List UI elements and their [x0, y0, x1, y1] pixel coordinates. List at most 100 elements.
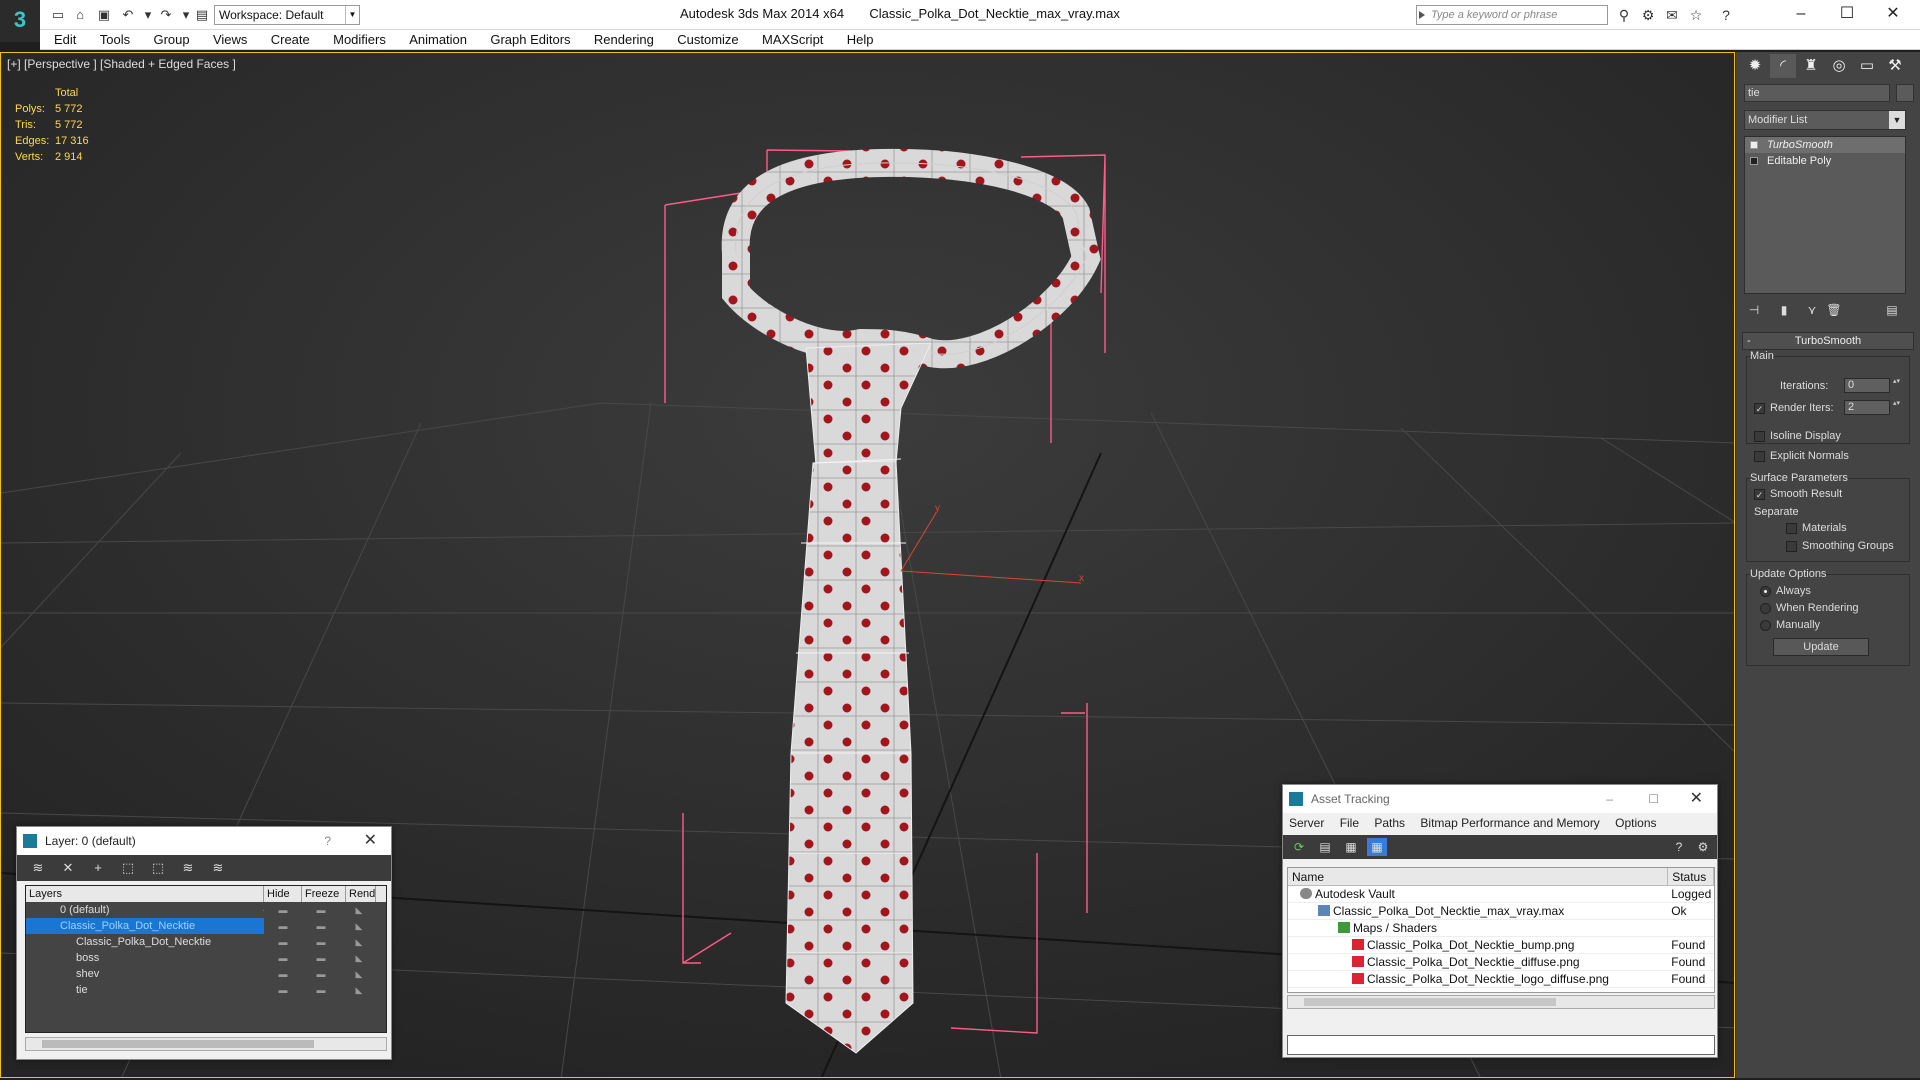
lightbulb-icon[interactable] [1750, 141, 1758, 149]
list-view-icon[interactable]: ▤ [1315, 838, 1335, 856]
display-tab-icon[interactable]: ▭ [1854, 54, 1880, 78]
create-tab-icon[interactable]: ✹ [1742, 54, 1768, 78]
layer-dialog-titlebar[interactable]: Layer: 0 (default) ? ✕ [17, 827, 391, 855]
menu-graph-editors[interactable]: Graph Editors [480, 30, 580, 49]
iterations-spinner[interactable]: 0 [1844, 378, 1901, 393]
menu-server[interactable]: Server [1283, 813, 1330, 833]
vault-help-icon[interactable]: ? [1669, 838, 1689, 856]
scrollbar-thumb[interactable] [1304, 998, 1556, 1006]
smooth-result-checkbox[interactable]: ✓ [1754, 489, 1765, 500]
object-color-swatch[interactable] [1896, 84, 1914, 102]
menu-edit[interactable]: Edit [40, 30, 86, 49]
asset-row[interactable]: Classic_Polka_Dot_Necktie_bump.png Found [1288, 937, 1714, 954]
menu-options[interactable]: Options [1609, 813, 1662, 833]
render-iters-checkbox[interactable]: ✓ [1754, 403, 1765, 414]
layers-icon[interactable]: ≋ [27, 858, 49, 878]
menu-group[interactable]: Group [143, 30, 199, 49]
stack-item-turbosmooth[interactable]: TurboSmooth [1745, 137, 1905, 153]
minimize-button[interactable]: – [1606, 785, 1613, 813]
menu-views[interactable]: Views [203, 30, 257, 49]
layer-row[interactable]: 0 (default)✓▬▬◣ [26, 902, 386, 918]
refresh-icon[interactable]: ⟳ [1289, 838, 1309, 856]
asset-row[interactable]: Autodesk Vault Logged [1288, 886, 1714, 903]
asset-row[interactable]: Maps / Shaders [1288, 920, 1714, 937]
scrollbar-thumb[interactable] [42, 1040, 314, 1048]
manually-radio[interactable] [1760, 620, 1771, 631]
update-button[interactable]: Update [1773, 638, 1869, 656]
render-iters-spinner[interactable]: 2 [1844, 400, 1901, 415]
highlight-layer-icon[interactable]: ⬚ [147, 858, 169, 878]
hide-all-icon[interactable]: ≋ [177, 858, 199, 878]
make-unique-icon[interactable]: ⋎ [1802, 300, 1822, 320]
close-icon[interactable]: ✕ [1690, 785, 1703, 813]
asset-row[interactable]: Classic_Polka_Dot_Necktie_diffuse.png Fou… [1288, 954, 1714, 971]
select-objects-icon[interactable]: ⬚ [117, 858, 139, 878]
add-to-layer-icon[interactable]: + [87, 858, 109, 878]
always-radio[interactable] [1760, 586, 1771, 597]
table-view-icon[interactable]: ▦ [1367, 838, 1387, 856]
menu-tools[interactable]: Tools [90, 30, 140, 49]
when-rendering-radio[interactable] [1760, 603, 1771, 614]
column-status[interactable]: Status [1668, 868, 1714, 885]
delete-layer-icon[interactable]: ✕ [57, 858, 79, 878]
undo-icon[interactable]: ↶ [118, 6, 138, 24]
workspace-dropdown[interactable]: Workspace: Default ▼ [214, 5, 360, 25]
modify-tab-icon[interactable]: ◜ [1770, 54, 1796, 78]
menu-create[interactable]: Create [261, 30, 320, 49]
column-freeze[interactable]: Freeze [302, 886, 346, 902]
layer-row[interactable]: Classic_Polka_Dot_Necktie ▬ ▬ ◣ [26, 934, 386, 950]
maximize-button[interactable]: ☐ [1648, 785, 1659, 813]
maximize-button[interactable]: ☐ [1824, 0, 1870, 30]
column-hide[interactable]: Hide [264, 886, 302, 902]
asset-path-field[interactable] [1287, 1035, 1715, 1055]
menu-maxscript[interactable]: MAXScript [752, 30, 833, 49]
settings-icon[interactable]: ⚙ [1693, 838, 1713, 856]
column-layers[interactable]: Layers [26, 886, 264, 902]
open-file-icon[interactable]: ⌂ [70, 6, 90, 24]
menu-help[interactable]: Help [837, 30, 884, 49]
horizontal-scrollbar[interactable] [25, 1037, 387, 1051]
layer-row[interactable]: boss ▬ ▬ ◣ [26, 950, 386, 966]
remove-modifier-icon[interactable]: 🗑 [1824, 300, 1844, 320]
search-expand-icon[interactable] [1419, 11, 1425, 19]
redo-icon[interactable]: ↷ [156, 6, 176, 24]
layer-row[interactable]: Classic_Polka_Dot_Necktie ▬ ▬ ◣ [26, 918, 386, 934]
minimize-button[interactable]: – [1778, 0, 1824, 30]
explicit-normals-checkbox[interactable] [1754, 451, 1765, 462]
menu-modifiers[interactable]: Modifiers [323, 30, 396, 49]
menu-paths[interactable]: Paths [1368, 813, 1411, 833]
menu-bitmap-performance[interactable]: Bitmap Performance and Memory [1414, 813, 1605, 833]
horizontal-scrollbar[interactable] [1287, 995, 1715, 1009]
help-button[interactable]: ? [324, 827, 331, 855]
help-icon[interactable]: ? [1716, 6, 1736, 24]
layer-row[interactable]: shev ▬ ▬ ◣ [26, 966, 386, 982]
isoline-display-checkbox[interactable] [1754, 431, 1765, 442]
project-folder-icon[interactable]: ▤ [192, 6, 212, 24]
asset-row[interactable]: Classic_Polka_Dot_Necktie_logo_diffuse.p… [1288, 971, 1714, 988]
menu-file[interactable]: File [1334, 813, 1365, 833]
close-icon[interactable]: ✕ [364, 827, 377, 855]
menu-customize[interactable]: Customize [667, 30, 748, 49]
column-render[interactable]: Rend [346, 886, 376, 902]
hierarchy-tab-icon[interactable]: ♜ [1798, 54, 1824, 78]
subscription-icon[interactable]: ⚙ [1638, 6, 1658, 24]
save-file-icon[interactable]: ▣ [94, 6, 114, 24]
utilities-tab-icon[interactable]: ⚒ [1882, 54, 1908, 78]
modifier-list-dropdown[interactable]: Modifier List ▼ [1744, 110, 1906, 130]
turbosmooth-rollout-header[interactable]: - TurboSmooth [1742, 332, 1914, 350]
search-input[interactable]: Type a keyword or phrase [1416, 5, 1608, 25]
app-logo-icon[interactable]: 3 [0, 0, 40, 42]
stack-item-editable-poly[interactable]: Editable Poly [1745, 153, 1905, 169]
layer-row[interactable]: tie ▬ ▬ ◣ [26, 982, 386, 998]
object-name-field[interactable]: tie [1744, 84, 1890, 102]
undo-dropdown-icon[interactable]: ▾ [138, 6, 158, 24]
smoothing-groups-checkbox[interactable] [1786, 541, 1797, 552]
close-button[interactable]: ✕ [1870, 0, 1916, 30]
binoculars-icon[interactable]: ⚲ [1614, 6, 1634, 24]
communication-icon[interactable]: ✉ [1662, 6, 1682, 24]
pin-stack-icon[interactable]: ⊣ [1744, 300, 1764, 320]
configure-sets-icon[interactable]: ▤ [1882, 300, 1902, 320]
modifier-stack[interactable]: TurboSmooth Editable Poly [1744, 136, 1906, 294]
menu-animation[interactable]: Animation [399, 30, 477, 49]
asset-tracking-titlebar[interactable]: Asset Tracking – ☐ ✕ [1283, 785, 1717, 813]
